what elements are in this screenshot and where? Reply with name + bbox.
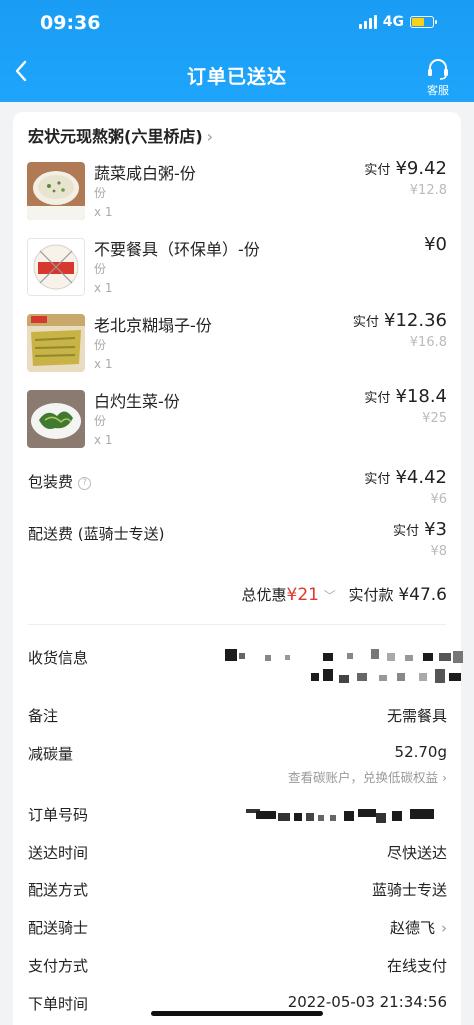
shop-name-link[interactable]: 宏状元现熬粥(六里桥店) ›	[28, 123, 213, 147]
note-label: 备注	[28, 707, 59, 725]
paid-total-amount: ¥47.6	[398, 585, 447, 605]
address-label: 收货信息	[28, 649, 89, 667]
payment-value: 在线支付	[386, 957, 447, 975]
item-price: ¥0	[424, 234, 447, 255]
home-indicator[interactable]	[151, 1011, 323, 1016]
original-price: ¥8	[430, 544, 447, 559]
status-time: 09:36	[40, 12, 101, 34]
item-image-congee	[27, 162, 85, 220]
fee-price: 实付 ¥4.42	[364, 467, 447, 488]
order-time-value: 2022-05-03 21:34:56	[287, 993, 447, 1011]
item-name: 白灼生菜-份	[94, 392, 180, 411]
rider-name: 赵德飞	[389, 919, 435, 937]
signal-icon	[358, 15, 377, 29]
fee-name-wrap: 包装费?	[28, 471, 92, 492]
item-unit: 份	[94, 414, 107, 428]
carbon-link-text: 查看碳账户，兑换低碳权益	[288, 770, 439, 785]
rider-row[interactable]: 配送骑士 赵德飞 ›	[13, 917, 461, 947]
item-quantity: x 1	[94, 433, 113, 447]
delivery-method-row: 配送方式 蓝骑士专送	[13, 879, 461, 909]
delivery-time-label: 送达时间	[28, 844, 89, 862]
delivery-time-row: 送达时间 尽快送达	[13, 842, 461, 872]
battery-icon	[410, 16, 437, 28]
header-bar: 09:36 4G 订单已送达 客服	[0, 0, 474, 102]
item-quantity: x 1	[94, 281, 113, 295]
delivery-method-value: 蓝骑士专送	[371, 881, 447, 899]
chevron-right-icon: ›	[206, 127, 214, 146]
carbon-label: 减碳量	[28, 745, 74, 763]
payment-label: 支付方式	[28, 957, 89, 975]
item-price: 实付 ¥9.42	[364, 158, 447, 179]
order-number-redacted	[246, 807, 446, 823]
page-title: 订单已送达	[186, 66, 287, 88]
item-name: 蔬菜咸白粥-份	[94, 164, 196, 183]
paid-total-label: 实付款	[348, 586, 394, 604]
item-quantity: x 1	[94, 357, 113, 371]
packaging-fee-row: 包装费? 实付 ¥4.42 ¥6	[13, 467, 461, 521]
item-quantity: x 1	[94, 205, 113, 219]
rider-label: 配送骑士	[28, 919, 89, 937]
address-redacted	[225, 647, 465, 689]
paid-amount: ¥4.42	[395, 467, 447, 488]
item-unit: 份	[94, 262, 107, 276]
paid-label: 实付	[364, 472, 391, 487]
customer-service-button[interactable]: 客服	[426, 58, 450, 98]
status-indicators: 4G	[358, 14, 437, 30]
paid-amount: ¥3	[424, 519, 447, 540]
paid-label: 实付	[364, 163, 391, 178]
question-icon[interactable]: ?	[78, 477, 92, 490]
carbon-value: 52.70g	[394, 743, 447, 761]
paid-amount: ¥9.42	[395, 158, 447, 179]
delivery-time-value: 尽快送达	[386, 844, 447, 862]
paid-amount: ¥18.4	[395, 386, 447, 407]
divider	[28, 624, 446, 625]
item-price: 实付 ¥12.36	[353, 310, 447, 331]
fee-name: 包装费	[28, 473, 74, 491]
order-item[interactable]: 不要餐具（环保单）-份 份 x 1 ¥0	[13, 234, 461, 308]
order-time-row: 下单时间 2022-05-03 21:34:56	[13, 993, 461, 1023]
item-unit: 份	[94, 338, 107, 352]
chevron-right-icon: ›	[442, 770, 447, 785]
item-name: 老北京糊塌子-份	[94, 316, 212, 335]
original-price: ¥6	[430, 492, 447, 507]
delivery-method-label: 配送方式	[28, 881, 89, 899]
order-time-label: 下单时间	[28, 995, 89, 1013]
item-unit: 份	[94, 186, 107, 200]
network-type: 4G	[382, 14, 404, 30]
original-price: ¥16.8	[409, 335, 447, 350]
item-image-lettuce	[27, 390, 85, 448]
order-total[interactable]: 总优惠¥21 ﹀ 实付款 ¥47.6	[241, 584, 447, 605]
note-row: 备注 无需餐具	[13, 705, 461, 735]
discount-amount: ¥21	[286, 585, 319, 605]
carbon-account-link[interactable]: 查看碳账户，兑换低碳权益 ›	[288, 767, 447, 786]
item-image-no-cutlery	[27, 238, 85, 296]
payment-row: 支付方式 在线支付	[13, 955, 461, 985]
paid-label: 实付	[352, 315, 379, 330]
headset-icon	[428, 59, 448, 80]
paid-label: 实付	[364, 391, 391, 406]
order-card: 宏状元现熬粥(六里桥店) › 蔬菜咸白粥-份 份 x 1 实付 ¥9.42 ¥12…	[13, 112, 463, 1025]
order-item[interactable]: 白灼生菜-份 份 x 1 实付 ¥18.4 ¥25	[13, 386, 461, 460]
order-number-label: 订单号码	[28, 806, 89, 824]
original-price: ¥25	[422, 411, 447, 426]
shop-name: 宏状元现熬粥(六里桥店)	[28, 127, 203, 146]
original-price: ¥12.8	[409, 183, 447, 198]
fee-price: 实付 ¥3	[393, 519, 447, 540]
paid-amount: ¥12.36	[384, 310, 447, 331]
order-item[interactable]: 蔬菜咸白粥-份 份 x 1 实付 ¥9.42 ¥12.8	[13, 158, 461, 232]
customer-service-label: 客服	[427, 84, 449, 97]
chevron-down-icon: ﹀	[323, 589, 336, 603]
order-item[interactable]: 老北京糊塌子-份 份 x 1 实付 ¥12.36 ¥16.8	[13, 310, 461, 384]
discount-label: 总优惠	[241, 586, 287, 604]
note-value: 无需餐具	[386, 707, 447, 725]
fee-name: 配送费 (蓝骑士专送)	[28, 525, 165, 543]
chevron-right-icon: ›	[441, 919, 447, 937]
rider-value-wrap: 赵德飞 ›	[390, 917, 447, 938]
item-name: 不要餐具（环保单）-份	[94, 240, 260, 259]
item-image-pancake	[27, 314, 85, 372]
paid-label: 实付	[392, 524, 419, 539]
paid-amount: ¥0	[424, 234, 447, 255]
delivery-fee-row: 配送费 (蓝骑士专送) 实付 ¥3 ¥8	[13, 519, 461, 573]
item-price: 实付 ¥18.4	[364, 386, 447, 407]
